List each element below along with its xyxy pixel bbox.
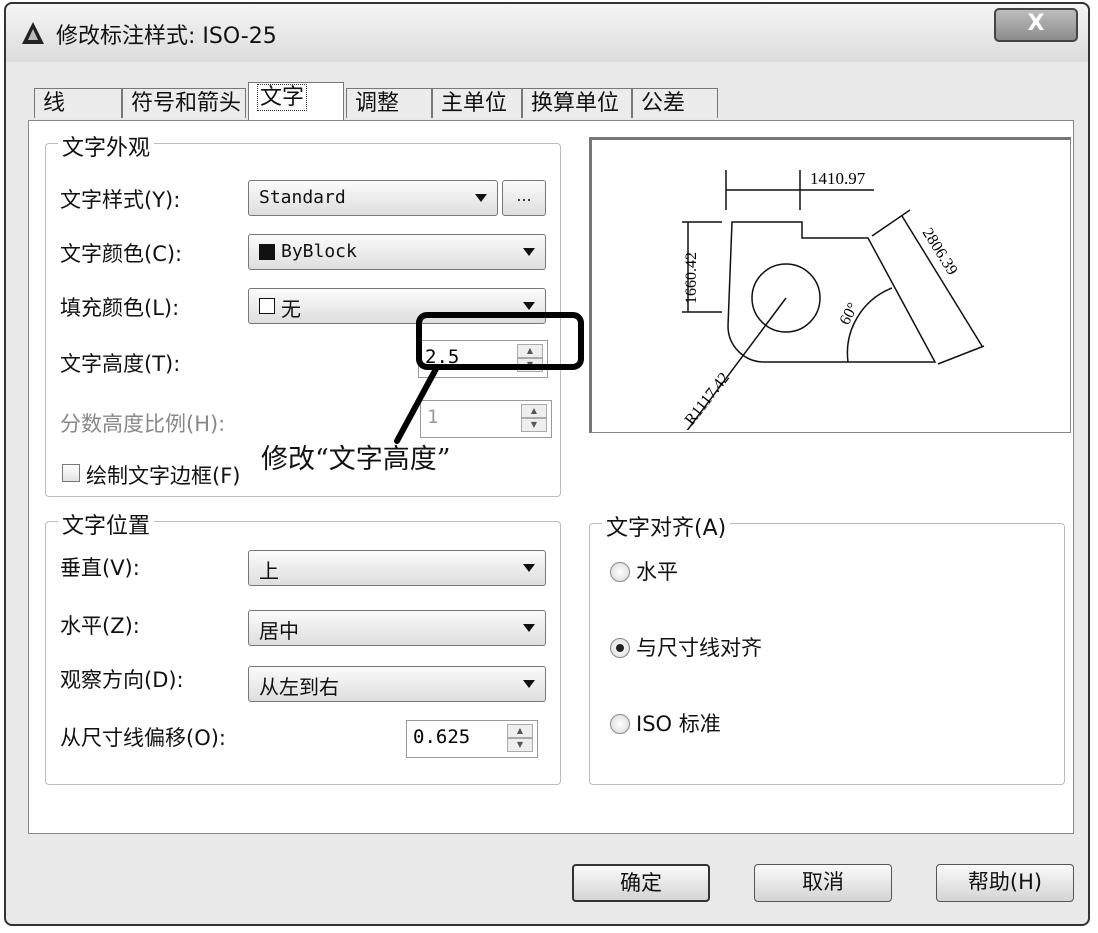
spin-down-icon[interactable]: ▼ (507, 738, 533, 752)
group-label: 文字对齐(A) (602, 510, 731, 542)
tab-panel-text: 文字外观 文字样式(Y): Standard ... 文字颜色(C): ByBl… (28, 120, 1074, 834)
chevron-down-icon (475, 194, 487, 202)
preview-pane: 1410.97 1660.42 2806.39 60° R1117.42 (589, 137, 1071, 433)
offset-spinner[interactable]: ▲▼ (406, 720, 538, 758)
annotation-text: 修改“文字高度” (261, 444, 451, 475)
close-button[interactable]: X (994, 8, 1078, 42)
tab-lines[interactable]: 线 (34, 88, 122, 118)
radio-iso-label: ISO 标准 (636, 712, 721, 736)
chevron-down-icon (523, 680, 535, 688)
text-color-dropdown[interactable]: ByBlock (248, 234, 546, 270)
tab-tolerances[interactable]: 公差 (632, 88, 718, 118)
draw-frame-checkbox[interactable] (62, 464, 80, 482)
preview-dim-angle: 60° (837, 300, 863, 328)
text-style-label: 文字样式(Y): (60, 188, 181, 212)
group-text-alignment: 文字对齐(A) 水平 与尺寸线对齐 ISO 标准 (589, 510, 1065, 785)
tab-fit[interactable]: 调整 (346, 88, 432, 118)
preview-dim-top: 1410.97 (810, 169, 866, 188)
horizontal-label: 水平(Z): (60, 614, 140, 638)
text-style-browse-button[interactable]: ... (502, 180, 546, 216)
chevron-down-icon (523, 624, 535, 632)
group-label: 文字位置 (58, 508, 155, 540)
spin-up-icon[interactable]: ▲ (507, 724, 533, 738)
tab-symbols-arrows[interactable]: 符号和箭头 (122, 88, 246, 118)
offset-label: 从尺寸线偏移(O): (60, 726, 226, 750)
ok-button[interactable]: 确定 (572, 864, 710, 902)
group-label: 文字外观 (58, 130, 155, 162)
text-height-label: 文字高度(T): (60, 352, 181, 376)
preview-dim-right: 2806.39 (919, 225, 961, 278)
vertical-label: 垂直(V): (60, 556, 140, 580)
preview-dim-radius: R1117.42 (682, 370, 733, 429)
title-bar: 修改标注样式: ISO-25 X (6, 4, 1088, 62)
tab-text[interactable]: 文字 (248, 82, 344, 120)
tab-alternate-units[interactable]: 换算单位 (522, 88, 632, 118)
preview-dim-left: 1660.42 (683, 252, 700, 304)
cancel-button[interactable]: 取消 (754, 864, 892, 902)
color-swatch-icon (259, 244, 275, 260)
radio-horizontal-label: 水平 (636, 560, 678, 584)
dialog-body: 线 符号和箭头 文字 调整 主单位 换算单位 公差 文字外观 文字样式(Y): … (18, 62, 1076, 912)
text-style-dropdown[interactable]: Standard (248, 180, 498, 216)
dimension-preview-drawing: 1410.97 1660.42 2806.39 60° R1117.42 (682, 169, 985, 433)
radio-aligned-label: 与尺寸线对齐 (636, 636, 762, 660)
chevron-down-icon (523, 248, 535, 256)
offset-input[interactable] (411, 725, 495, 749)
radio-aligned-with-dim-line[interactable] (610, 638, 630, 658)
horizontal-dropdown[interactable]: 居中 (248, 610, 546, 646)
group-text-placement: 文字位置 垂直(V): 上 水平(Z): 居中 观察方向(D): 从左到右 从尺… (45, 508, 561, 785)
vertical-dropdown[interactable]: 上 (248, 550, 546, 586)
text-color-label: 文字颜色(C): (60, 242, 183, 266)
view-direction-dropdown[interactable]: 从左到右 (248, 666, 546, 702)
fill-color-label: 填充颜色(L): (60, 296, 180, 320)
dialog-window: 修改标注样式: ISO-25 X 线 符号和箭头 文字 调整 主单位 换算单位 … (4, 2, 1090, 926)
help-button[interactable]: 帮助(H) (936, 864, 1074, 902)
chevron-down-icon (523, 564, 535, 572)
draw-frame-label: 绘制文字边框(F) (86, 464, 241, 488)
window-title: 修改标注样式: ISO-25 (56, 24, 277, 49)
empty-swatch-icon (259, 298, 275, 314)
fraction-scale-label: 分数高度比例(H): (60, 412, 226, 436)
radio-horizontal[interactable] (610, 562, 630, 582)
view-direction-label: 观察方向(D): (60, 668, 184, 692)
radio-iso-standard[interactable] (610, 714, 630, 734)
app-icon (22, 22, 44, 44)
tab-primary-units[interactable]: 主单位 (432, 88, 522, 118)
